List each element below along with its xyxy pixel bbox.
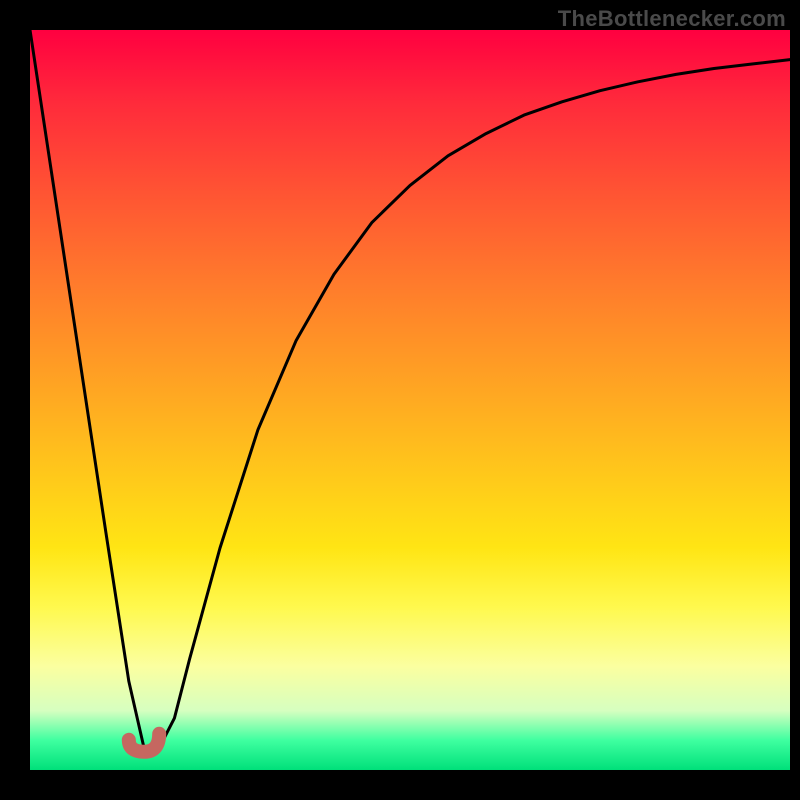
curve-layer: [30, 30, 790, 770]
chart-frame: TheBottlenecker.com: [0, 0, 800, 800]
bottleneck-curve-line: [30, 30, 790, 748]
source-watermark: TheBottlenecker.com: [558, 6, 786, 32]
plot-area: [30, 30, 790, 770]
